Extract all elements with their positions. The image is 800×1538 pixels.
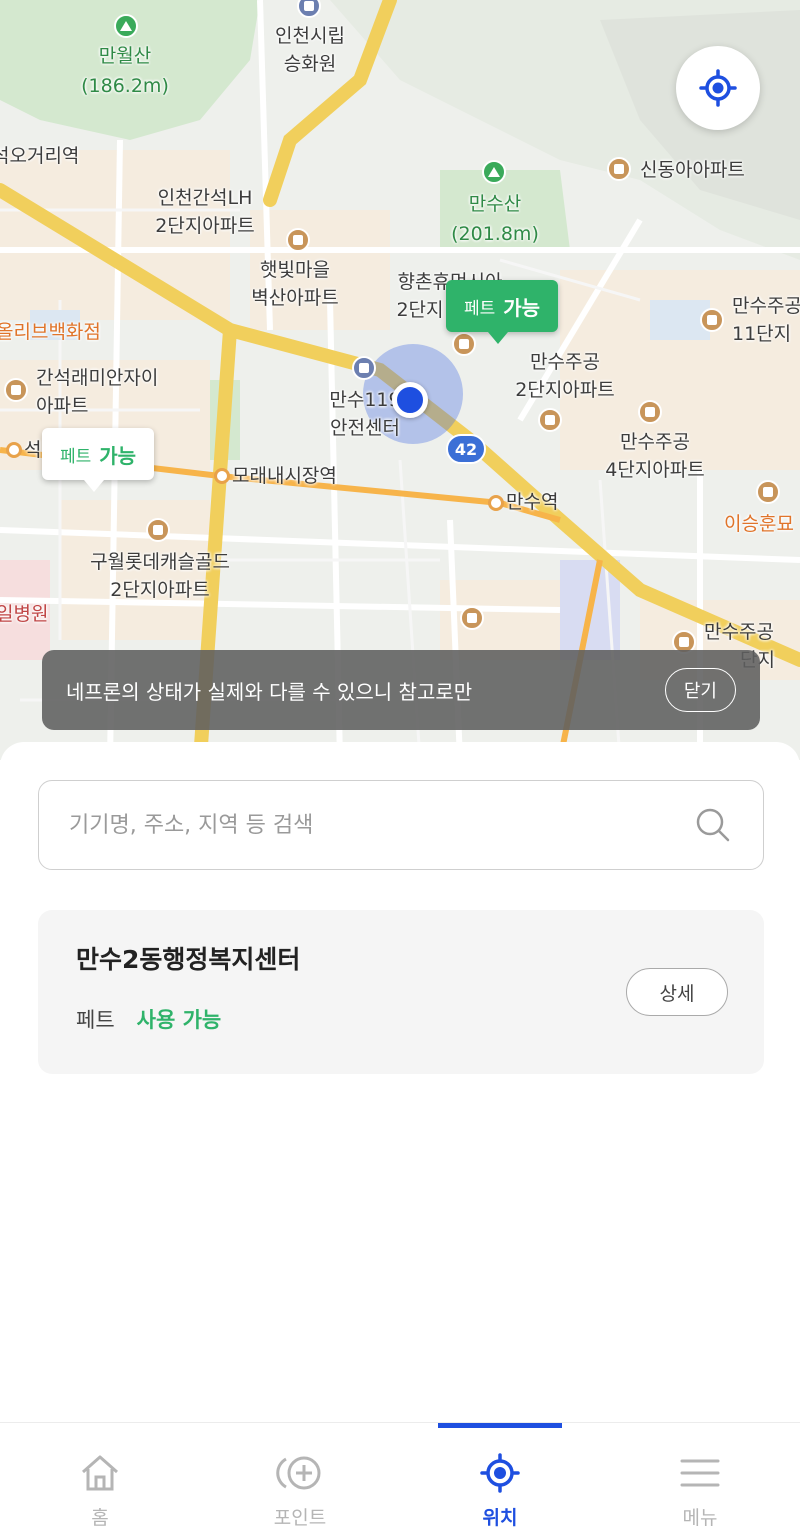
mountain-icon bbox=[114, 14, 138, 38]
search-input[interactable] bbox=[69, 812, 693, 838]
marker-item-label: 페트 bbox=[464, 298, 496, 319]
current-location-dot bbox=[392, 382, 428, 418]
map-label-mansu-station: 만수역 bbox=[506, 491, 559, 513]
notice-close-button[interactable]: 닫기 bbox=[664, 668, 736, 712]
machine-name: 만수2동행정복지센터 bbox=[76, 945, 301, 974]
station-icon bbox=[488, 495, 504, 511]
tab-label: 메뉴 bbox=[682, 1507, 718, 1529]
marker-item-label: 페트 bbox=[60, 446, 92, 467]
marker-status-label: 가능 bbox=[503, 295, 541, 320]
apartment-icon bbox=[286, 228, 310, 252]
tab-label: 포인트 bbox=[273, 1507, 327, 1529]
tab-label: 위치 bbox=[482, 1507, 518, 1529]
machine-marker-selected[interactable]: 페트 가능 bbox=[446, 280, 559, 344]
points-icon bbox=[276, 1456, 321, 1490]
location-icon bbox=[480, 1453, 520, 1493]
crosshair-icon bbox=[699, 69, 737, 107]
route-42-badge: 42 bbox=[446, 434, 486, 464]
map-label-crematorium-1: 인천시립 bbox=[275, 25, 345, 47]
tab-location[interactable]: 위치 bbox=[400, 1423, 600, 1538]
machine-marker[interactable]: 페트 가능 bbox=[42, 428, 155, 492]
search-box[interactable] bbox=[38, 780, 764, 870]
machine-status-badge: 사용 가능 bbox=[136, 1008, 222, 1032]
menu-icon bbox=[680, 1459, 720, 1487]
map-label-crossroad: 석오거리역 bbox=[0, 145, 80, 167]
map-label-mansu2-1: 만수주공 bbox=[530, 351, 600, 373]
map-label-guwol-1: 구월롯데캐슬골드 bbox=[90, 551, 230, 573]
mountain-icon bbox=[482, 160, 506, 184]
tomb-icon bbox=[756, 480, 780, 504]
apartment-icon bbox=[4, 378, 28, 402]
map-view[interactable]: 만월산 (186.2m) 인천시립 승화원 석오거리역 인천간석LH 2단지아파… bbox=[0, 0, 800, 760]
map-label-leeseunghun: 이승훈묘 bbox=[724, 513, 794, 535]
notice-text: 네프론의 상태가 실제와 다를 수 있으니 참고로만 bbox=[66, 679, 473, 704]
apartment-icon bbox=[700, 308, 724, 332]
map-label-olive-dept: 올리브백화점 bbox=[0, 321, 101, 343]
apartment-icon bbox=[638, 400, 662, 424]
active-tab-indicator bbox=[438, 1423, 562, 1428]
map-label-moraenae: 모래내시장역 bbox=[232, 465, 337, 487]
tab-label: 홈 bbox=[91, 1507, 109, 1529]
map-label-mansu-bottom-1: 만수주공 bbox=[704, 621, 774, 643]
home-icon bbox=[82, 1455, 118, 1491]
tab-home[interactable]: 홈 bbox=[0, 1423, 200, 1538]
map-label-mansu11-1: 만수주공 bbox=[732, 295, 800, 317]
map-label-safety-2: 안전센터 bbox=[330, 417, 400, 439]
fire-station-icon bbox=[352, 356, 376, 380]
apartment-icon bbox=[452, 332, 476, 356]
map-label-guwol-2: 2단지아파트 bbox=[110, 579, 210, 601]
machine-item-label: 페트 bbox=[76, 1008, 115, 1032]
apartment-icon bbox=[607, 157, 631, 181]
station-icon bbox=[214, 468, 230, 484]
search-icon[interactable] bbox=[693, 805, 733, 845]
map-label-crematorium-2: 승화원 bbox=[283, 53, 337, 75]
status-notice: 네프론의 상태가 실제와 다를 수 있으니 참고로만 닫기 bbox=[42, 650, 760, 730]
apartment-icon bbox=[538, 408, 562, 432]
apartment-icon bbox=[460, 606, 484, 630]
bottom-sheet: 만수2동행정복지센터 페트 사용 가능 상세 bbox=[0, 742, 800, 1422]
map-label-mansu4-2: 4단지아파트 bbox=[605, 459, 705, 481]
apartment-icon bbox=[146, 518, 170, 542]
detail-button[interactable]: 상세 bbox=[626, 968, 728, 1016]
machine-result-card[interactable]: 만수2동행정복지센터 페트 사용 가능 상세 bbox=[38, 910, 764, 1074]
marker-status-label: 가능 bbox=[99, 443, 137, 468]
map-label-hetbit-1: 햇빛마을 bbox=[260, 259, 330, 281]
map-label-mountain1-height: (186.2m) bbox=[81, 75, 169, 97]
map-label-lh-2: 2단지아파트 bbox=[155, 215, 255, 237]
map-label-sindong: 신동아아파트 bbox=[640, 159, 745, 181]
map-label-lh-1: 인천간석LH bbox=[157, 187, 253, 209]
map-label-hospital: 일병원 bbox=[0, 603, 49, 625]
tab-points[interactable]: 포인트 bbox=[200, 1423, 400, 1538]
map-label-mountain2-height: (201.8m) bbox=[451, 223, 539, 245]
map-label-ganseok-1: 간석래미안자이 bbox=[36, 367, 159, 389]
map-label-mansu4-1: 만수주공 bbox=[620, 431, 690, 453]
map-label-mansu2-2: 2단지아파트 bbox=[515, 379, 615, 401]
map-label-hetbit-2: 벽산아파트 bbox=[251, 287, 339, 309]
map-label-ganseok-2: 아파트 bbox=[36, 395, 89, 417]
map-label-mountain2-name: 만수산 bbox=[468, 193, 522, 215]
bottom-tab-bar: 홈 포인트 위치 메뉴 bbox=[0, 1422, 800, 1538]
map-label-mansu11-2: 11단지 bbox=[732, 323, 792, 345]
machine-status-row: 페트 사용 가능 bbox=[76, 1004, 726, 1034]
map-label-station-left: 석 bbox=[24, 439, 42, 461]
tab-menu[interactable]: 메뉴 bbox=[600, 1423, 800, 1538]
my-location-button[interactable] bbox=[676, 46, 760, 130]
map-label-mountain1-name: 만월산 bbox=[98, 45, 152, 67]
station-icon bbox=[6, 442, 22, 458]
